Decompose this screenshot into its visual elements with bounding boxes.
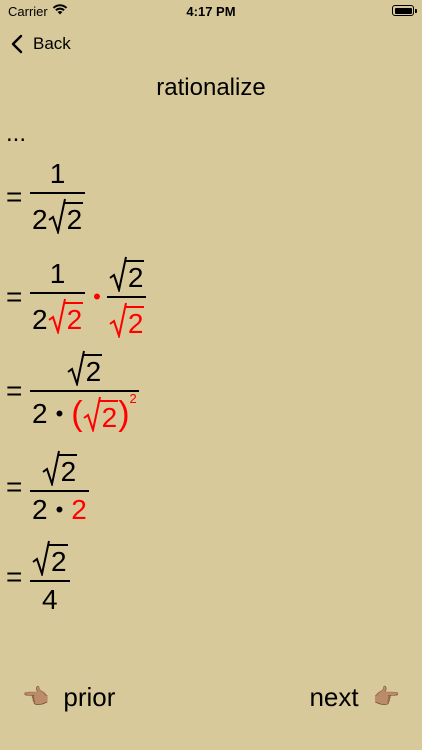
multiply-dot: • (55, 497, 64, 522)
radicand: 2 (64, 202, 84, 235)
fraction-bar (30, 580, 70, 582)
denominator-coefficient: 2 (32, 494, 48, 525)
multiply-dot: • (93, 284, 101, 309)
fraction-bar (30, 292, 86, 294)
denominator: 2 2 (30, 298, 85, 334)
sqrt-two: 2 (32, 540, 68, 576)
clock: 4:17 PM (186, 4, 236, 19)
battery-icon (392, 5, 417, 16)
prior-label: prior (63, 681, 116, 712)
denominator: 2 2 (30, 198, 85, 234)
radicand: 2 (83, 354, 103, 387)
radicand: 2 (49, 544, 68, 577)
step-2: = 1 2 2 • 2 2 (6, 256, 147, 338)
numerator-one: 1 (49, 158, 66, 189)
radicand: 2 (125, 260, 145, 293)
denominator-coefficient: 2 (32, 398, 48, 429)
prior-button[interactable]: 👈🏽 prior (22, 680, 115, 714)
numerator: 2 (30, 540, 70, 576)
right-paren: ) (118, 395, 130, 433)
sqrt-two-highlight: 2 (47, 298, 84, 335)
fraction: 2 2 • 2 (30, 450, 89, 524)
next-button[interactable]: next 👉🏽 (309, 680, 400, 714)
fraction: 2 2 • ( 2 ) 2 (30, 350, 139, 432)
simplified-two-highlight: 2 (71, 494, 87, 525)
denominator: 4 (40, 586, 60, 614)
denominator-coefficient: 2 (32, 204, 48, 235)
back-label: Back (33, 34, 71, 53)
sqrt-two: 2 (47, 198, 84, 235)
equals-sign: = (6, 181, 23, 212)
step-3: = 2 2 • ( 2 ) 2 (6, 350, 139, 432)
radicand: 2 (64, 302, 84, 335)
fraction-bar (30, 490, 89, 492)
numerator: 2 (65, 350, 105, 386)
multiply-dot: • (55, 401, 64, 426)
next-label: next (309, 681, 359, 712)
exponent: 2 (129, 391, 137, 406)
radical-sign (66, 350, 85, 386)
step-5: = 2 4 (6, 540, 70, 614)
radical-sign (109, 302, 127, 338)
radical-sign (83, 396, 101, 432)
fraction: 1 2 2 (30, 260, 86, 334)
fraction: 2 2 (106, 256, 147, 338)
fraction-bar (30, 390, 139, 392)
sqrt-two: 2 (42, 450, 78, 486)
equals-sign: = (6, 281, 23, 312)
chevron-left-icon (11, 34, 23, 54)
denominator-four: 4 (42, 584, 58, 615)
numerator: 1 (48, 260, 68, 288)
denominator: 2 • ( 2 ) 2 (30, 392, 139, 433)
equals-sign: = (6, 375, 23, 406)
fraction: 2 4 (30, 540, 70, 614)
page-title: rationalize (156, 74, 266, 101)
fraction-bar (106, 296, 147, 298)
squared-sqrt-highlight: ( 2 ) 2 (71, 392, 137, 433)
equals-sign: = (6, 471, 23, 502)
radicand: 2 (125, 306, 145, 339)
step-1: = 1 2 2 (6, 160, 86, 234)
back-button[interactable]: Back (10, 30, 71, 58)
equals-sign: = (6, 561, 23, 592)
left-paren: ( (71, 395, 83, 433)
hand-pointing-right-icon: 👉🏽 (372, 684, 400, 709)
fraction-bar (30, 192, 86, 194)
radical-sign (109, 256, 127, 292)
sqrt-two-highlight: 2 (109, 302, 145, 338)
numerator-one: 1 (49, 258, 66, 289)
radicand: 2 (58, 454, 78, 487)
ellipsis: ... (6, 120, 27, 147)
denominator: 2 (107, 302, 147, 338)
sqrt-two: 2 (109, 256, 145, 292)
fraction: 1 2 2 (30, 160, 86, 234)
radical-sign (32, 540, 50, 576)
radical-sign (42, 450, 60, 486)
status-bar: Carrier 4:17 PM (0, 0, 422, 24)
numerator: 2 (40, 450, 80, 486)
radical-sign (47, 298, 66, 334)
radical-sign (47, 198, 66, 234)
radicand: 2 (99, 400, 119, 433)
denominator-coefficient: 2 (32, 304, 48, 335)
denominator: 2 • 2 (30, 496, 89, 524)
sqrt-two: 2 (66, 350, 103, 387)
numerator: 1 (48, 160, 68, 188)
sqrt-two: 2 (83, 396, 119, 432)
step-4: = 2 2 • 2 (6, 450, 89, 524)
numerator: 2 (107, 256, 147, 292)
hand-pointing-left-icon: 👈🏽 (22, 684, 50, 709)
